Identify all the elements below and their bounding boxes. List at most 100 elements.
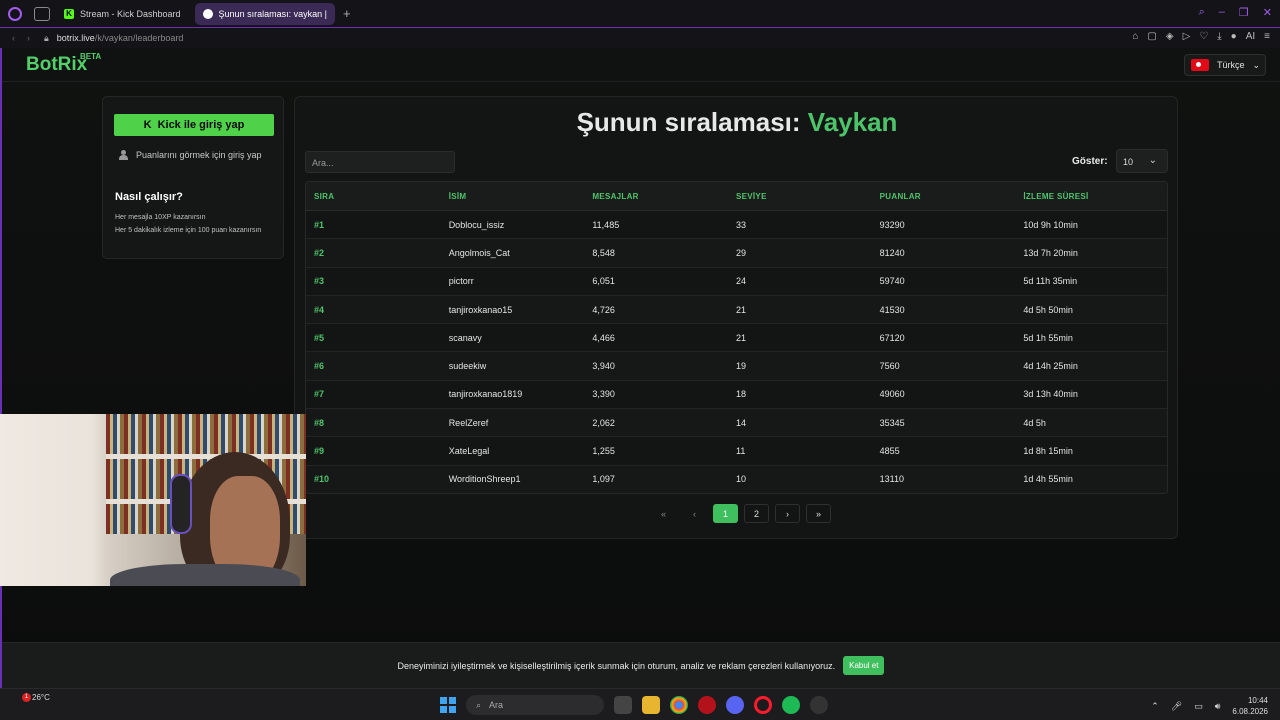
table-header: SIRA İSİM MESAJLAR SEVİYE PUANLAR İZLEME… [306,182,1167,211]
url-field[interactable]: botrix.live/k/vaykan/leaderboard [57,33,184,43]
url-path: /k/vaykan/leaderboard [94,33,184,43]
cell-level: 21 [736,304,747,315]
url-host: botrix.live [56,33,95,43]
title-channel: Vaykan [807,107,898,137]
col-rank[interactable]: SIRA [306,192,449,201]
pin-icon[interactable]: ⌂ [1132,31,1138,42]
cell-name: pictorr [448,276,474,287]
col-messages[interactable]: MESAJLAR [592,192,736,201]
weather-widget[interactable]: 26°C 1 [8,693,50,702]
browser-toolbar: ⌂ ▢ ◈ ▷ ♡ ⤓ ● AI ≡ [1132,31,1270,42]
adblock-icon[interactable]: ◈ [1166,31,1174,42]
heart-icon[interactable]: ♡ [1199,31,1208,42]
snapshot-icon[interactable]: ▢ [1147,31,1156,42]
cell-messages: 11,485 [592,219,620,230]
volume-icon[interactable]: 🔊︎ [1215,701,1221,712]
task-view-icon[interactable] [614,696,632,714]
cell-points: 67120 [879,332,905,343]
site-logo[interactable]: BotRix BETA [26,52,101,76]
kick-login-button[interactable]: K Kick ile giriş yap [114,114,274,136]
login-sidebar: K Kick ile giriş yap Puanlarını görmek i… [102,96,284,259]
start-icon[interactable] [440,697,456,713]
menu-icon[interactable]: ≡ [1264,31,1270,42]
last-page-icon[interactable]: » [806,504,831,523]
steam-icon[interactable] [810,696,828,714]
cell-name: sudeekiw [448,361,487,372]
back-icon[interactable]: ‹ [12,33,15,43]
chevron-up-icon[interactable]: ⌃ [1151,701,1159,712]
first-page-icon[interactable]: « [651,504,676,523]
kick-favicon-icon: K [64,8,74,19]
prev-page-icon[interactable]: ‹ [682,504,707,523]
app-icon[interactable] [698,696,716,714]
forward-icon[interactable]: › [27,33,30,43]
download-icon[interactable]: ⤓ [1217,31,1221,42]
kick-logo-icon: K [143,119,152,131]
table-row: #7 tanjiroxkanao1819 3,390 18 49060 3d 13h 40… [306,380,1167,410]
cell-messages: 2,062 [592,417,615,428]
spotify-icon[interactable] [782,696,800,714]
lock-icon[interactable]: 🔒︎ [44,33,49,44]
opera-menu-icon[interactable] [8,6,22,21]
page-button-2[interactable]: 2 [744,504,769,523]
turkey-flag-icon [1191,59,1209,71]
cell-rank: #6 [314,361,325,372]
cell-name: XateLegal [448,446,490,457]
network-icon[interactable]: ▭ [1194,701,1203,712]
opera-icon[interactable] [754,696,772,714]
col-name[interactable]: İSİM [449,192,593,201]
cell-rank: #7 [314,389,325,400]
cell-level: 14 [736,417,747,428]
col-points[interactable]: PUANLAR [880,192,1024,201]
cell-points: 81240 [879,247,905,258]
cell-level: 19 [736,361,747,372]
language-selector[interactable]: Türkçe ⌄ [1184,54,1266,76]
cell-level: 33 [736,219,747,230]
chrome-icon[interactable] [670,696,688,714]
kick-login-label: Kick ile giriş yap [157,119,245,131]
cell-points: 13110 [879,474,905,485]
col-level[interactable]: SEVİYE [736,192,880,201]
ai-icon[interactable]: AI [1246,31,1255,42]
cell-watch-time: 1d 8h 15min [1023,446,1073,457]
cell-messages: 4,726 [592,304,615,315]
minimize-button[interactable]: – [1219,6,1225,19]
language-label: Türkçe [1217,60,1245,70]
taskbar-search[interactable]: ⌕ Ara [466,695,604,715]
search-tabs-icon[interactable]: ⌕ [1199,6,1205,19]
cell-watch-time: 4d 5h 50min [1023,304,1073,315]
cell-name: WorditionShreep1 [448,474,521,485]
play-icon[interactable]: ▷ [1183,31,1191,42]
search-input[interactable]: Ara... [305,151,455,173]
table-row: #9 XateLegal 1,255 11 4855 1d 8h 15min [306,437,1167,466]
discord-icon[interactable] [726,696,744,714]
cell-level: 21 [736,332,747,343]
leaderboard-table: SIRA İSİM MESAJLAR SEVİYE PUANLAR İZLEME… [305,181,1168,494]
page-title: Şunun sıralaması: Vaykan [295,107,1179,138]
cell-name: Angolmois_Cat [448,247,510,258]
profile-icon[interactable]: ● [1231,31,1237,42]
workspaces-icon[interactable] [34,6,50,21]
taskbar-apps: ⌕ Ara [440,695,828,715]
page-button-1[interactable]: 1 [713,504,738,523]
cell-level: 18 [736,389,747,400]
file-explorer-icon[interactable] [642,696,660,714]
cookie-accept-button[interactable]: Kabul et [843,656,885,675]
next-page-icon[interactable]: › [775,504,800,523]
col-watch-time[interactable]: İZLEME SÜRESİ [1023,192,1167,201]
page-size-select[interactable]: 10 ⌄ [1116,149,1168,173]
tab-kick-dashboard[interactable]: K Stream - Kick Dashboard [56,3,189,25]
cell-messages: 8,548 [592,247,615,258]
mic-icon[interactable]: 🎤︎ [1171,701,1182,712]
clock[interactable]: 10:44 6.08.2026 [1232,695,1268,717]
taskbar-search-placeholder: Ara [489,700,504,710]
cell-watch-time: 5d 11h 35min [1023,276,1078,287]
cell-level: 10 [736,474,747,485]
chevron-down-icon: ⌄ [1148,155,1157,166]
cell-messages: 3,390 [592,389,615,400]
new-tab-button[interactable]: + [343,6,351,21]
tab-leaderboard[interactable]: Şunun sıralaması: vaykan | [194,2,335,25]
close-button[interactable]: ✕ [1263,6,1272,19]
restore-button[interactable]: ❐ [1239,6,1249,19]
streamer-shirt [110,564,300,586]
